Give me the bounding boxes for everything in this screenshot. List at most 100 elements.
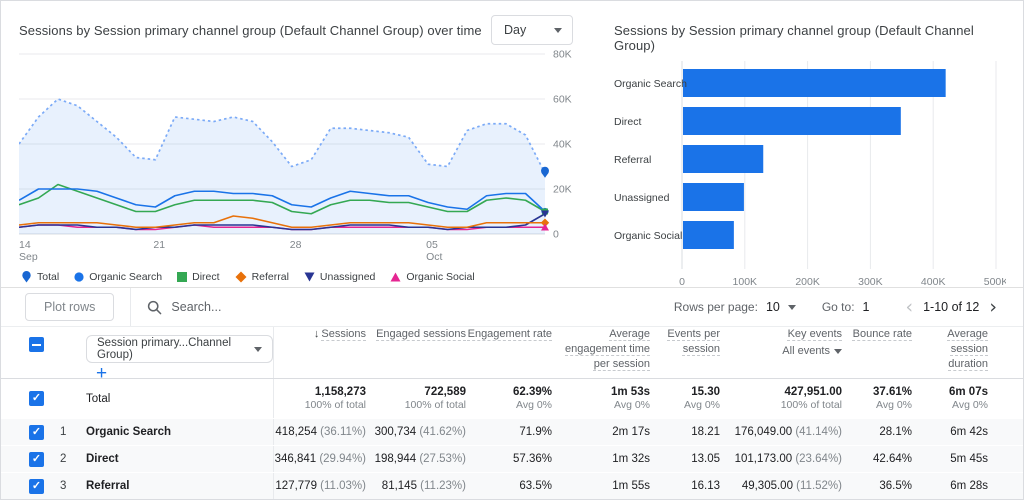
column-header-engagement-rate[interactable]: Engagement rate [466,327,552,372]
legend-item-organic-search: Organic Search [74,271,162,283]
column-label[interactable]: Key events [788,328,842,340]
svg-text:500K: 500K [984,276,1006,288]
total-value: 722,589 [424,386,466,398]
total-subvalue: Avg 0% [876,399,912,411]
total-value: 427,951.00 [784,386,842,398]
legend-item-referral: Referral [235,271,289,283]
row-dim-group: ✓ 2 Direct [1,446,274,472]
channel-name: Referral [86,480,130,492]
chevron-down-icon [554,27,562,33]
svg-text:0: 0 [553,229,559,241]
metric-cell: 127,779 (11.03%) [275,480,366,492]
check-mark: ✓ [31,479,42,492]
row-check-cell: ✓ [1,424,44,440]
column-label[interactable]: Average session duration [947,328,988,370]
total-value: 62.39% [512,386,552,398]
total-subvalue: 100% of total [404,399,466,411]
metric-cell: 81,145 (11.23%) [381,480,466,492]
pin-icon [22,271,31,283]
metric-cell: 1m 55s [612,480,650,492]
metric-cell: 63.5% [519,480,552,492]
channel-name: Organic Search [86,426,172,438]
row-index: 1 [60,426,67,438]
legend-item-total: Total [21,271,59,283]
svg-text:21: 21 [153,239,165,251]
svg-text:0: 0 [679,276,685,288]
table-row-organic-search: ✓ 1 Organic Search 418,254 (36.11%) 300,7… [1,418,1023,445]
svg-text:Organic Social: Organic Social [614,230,682,242]
triangle-down-icon [304,272,315,282]
goto-page-input[interactable]: 1 [863,300,870,314]
search-icon [148,300,162,314]
totals-metrics: 1,158,273 100% of total 722,589 100% of tot… [274,385,1023,412]
svg-text:Unassigned: Unassigned [614,192,670,204]
check-mark: ✓ [31,392,42,404]
totals-row: ✓ Total 1,158,273 100% of total 722,589 100… [1,378,1023,418]
metric-headers: ↓ Sessions Engaged sessions Engagement rat… [274,327,1023,372]
prev-page-icon[interactable]: ‹ [903,298,915,317]
column-header-bounce-rate[interactable]: Bounce rate [842,327,912,372]
sessions-by-channel-card: Sessions by Session primary channel grou… [593,1,1023,288]
goto-label: Go to: [821,300,855,314]
metric-cell: 176,049.00 (41.14%) [734,426,842,438]
row-checkbox[interactable]: ✓ [29,451,44,467]
metric-cell: 28.1% [879,426,912,438]
pagination-controls: Rows per page: 10 Go to: 1 ‹ 1-10 of 12 … [674,298,999,317]
column-header-sessions[interactable]: ↓ Sessions [274,327,366,372]
column-label[interactable]: Events per session [667,328,720,355]
metric-cell: 198,944 (27.53%) [374,453,466,465]
legend-label: Referral [251,271,289,283]
rows-per-page-caret-icon[interactable] [787,304,796,310]
column-label[interactable]: Engagement rate [468,328,552,340]
totals-checkbox[interactable]: ✓ [29,391,44,406]
total-metric: 1m 53s Avg 0% [552,385,650,412]
select-all-checkbox[interactable] [29,337,44,352]
divider [130,288,132,326]
column-label[interactable]: Sessions [321,328,366,340]
column-label[interactable]: Average engagement time per session [565,328,650,370]
plot-rows-button[interactable]: Plot rows [25,293,115,321]
column-label[interactable]: Engaged sessions [376,328,466,340]
metric-cell: 6m 42s [950,426,988,438]
dimension-dropdown[interactable]: Session primary...Channel Group) [86,335,273,363]
svg-text:Sep: Sep [19,251,38,263]
table-search[interactable] [147,300,673,315]
rows-per-page-value[interactable]: 10 [766,300,780,314]
line-chart-title: Sessions by Session primary channel grou… [19,23,482,38]
svg-text:300K: 300K [858,276,883,288]
metric-cell: 6m 28s [950,480,988,492]
table-body: ✓ 1 Organic Search 418,254 (36.11%) 300,7… [1,418,1023,499]
column-header-average-session-duration[interactable]: Average session duration [912,327,988,372]
column-header-events-per-session[interactable]: Events per session [650,327,720,372]
metric-cell: 13.05 [691,453,720,465]
row-checkbox[interactable]: ✓ [29,424,44,440]
column-header-engaged-sessions[interactable]: Engaged sessions [366,327,466,372]
svg-text:400K: 400K [921,276,946,288]
column-header-average-engagement-time-per-session[interactable]: Average engagement time per session [552,327,650,372]
search-input[interactable] [171,300,392,314]
column-header-key-events[interactable]: Key events All events [720,327,842,372]
row-index: 2 [60,453,67,465]
svg-text:200K: 200K [795,276,820,288]
legend-label: Organic Social [406,271,475,283]
column-label[interactable]: Bounce rate [853,328,912,340]
row-checkbox[interactable]: ✓ [29,478,44,494]
metric-cell: 346,841 (29.94%) [274,453,366,465]
metric-cell: 71.9% [519,426,552,438]
svg-text:Organic Search: Organic Search [614,78,687,90]
metric-cell: 57.36% [512,453,552,465]
key-events-filter-dropdown[interactable]: All events [782,344,842,359]
svg-text:14: 14 [19,239,31,251]
granularity-dropdown[interactable]: Day [491,15,573,45]
total-metric: 6m 07s Avg 0% [912,385,988,412]
row-index: 3 [60,480,67,492]
metric-cell: 418,254 (36.11%) [275,426,366,438]
dimension-caret-icon [254,346,262,352]
diamond-icon [235,271,247,283]
total-metric: 15.30 Avg 0% [650,385,720,412]
svg-text:100K: 100K [733,276,758,288]
sessions-line-chart: 0 20K 40K 60K 80K 14Sep 21 28 05Oct [18,49,572,263]
next-page-icon[interactable]: › [987,298,999,317]
metric-cell: 5m 45s [950,453,988,465]
metric-cell: 18.21 [691,426,720,438]
